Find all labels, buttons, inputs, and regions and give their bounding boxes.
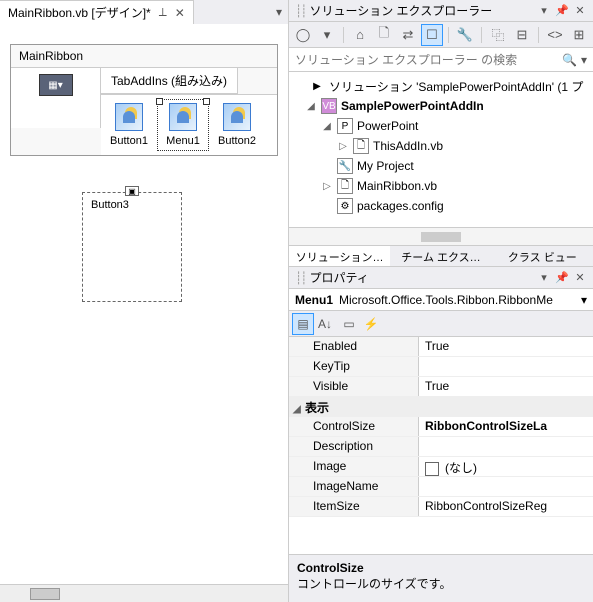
designer-surface[interactable]: MainRibbon ▦▾ TabAddIns (組み込み) Button1 [0, 24, 288, 584]
doc-icon[interactable]: 🗋 [374, 25, 394, 45]
tab-solution[interactable]: ソリューション… [289, 246, 390, 266]
document-tab-bar: MainRibbon.vb [デザイン]* ⟂ ✕ ▾ [0, 0, 288, 24]
right-pane: ┊┊ ソリューション エクスプローラー ▾ 📌 ✕ ◯ ▾ ⌂ 🗋 ⇄ ☐ 🔧 … [289, 0, 593, 602]
prop-row-controlsize[interactable]: ControlSizeRibbonControlSizeLa [289, 417, 593, 437]
panel-title-text: プロパティ [309, 269, 368, 286]
search-icon[interactable]: 🔍 [562, 53, 577, 67]
pin-icon[interactable]: ⟂ [159, 5, 167, 20]
tree-node-powerpoint[interactable]: ◢P PowerPoint [289, 116, 593, 136]
dropdown-icon[interactable]: ▾ [537, 4, 551, 17]
solution-toolbar: ◯ ▾ ⌂ 🗋 ⇄ ☐ 🔧 ⿻ ⊟ <> ⊞ [289, 22, 593, 48]
wrench-icon[interactable]: 🔧 [455, 25, 475, 45]
properties-toolbar: ▤ A↓ ▭ ⚡ [289, 311, 593, 337]
panel-tabs: ソリューション… チーム エクス… クラス ビュー [289, 245, 593, 267]
back-icon[interactable]: ◯ [293, 25, 313, 45]
horizontal-scrollbar[interactable] [0, 584, 288, 602]
document-tab[interactable]: MainRibbon.vb [デザイン]* ⟂ ✕ [0, 0, 194, 24]
swatch-icon [425, 462, 439, 476]
pin-icon[interactable]: 📌 [555, 271, 569, 284]
tree-node-mainribbon[interactable]: ▷🗋 MainRibbon.vb [289, 176, 593, 196]
ribbon-title: MainRibbon [11, 45, 277, 68]
menu-item[interactable]: Button3 [83, 193, 181, 217]
solution-tree: ▶ ソリューション 'SamplePowerPointAddIn' (1 プ ◢… [289, 72, 593, 227]
designer-pane: MainRibbon.vb [デザイン]* ⟂ ✕ ▾ MainRibbon ▦… [0, 0, 289, 602]
tree-scrollbar[interactable] [289, 227, 593, 245]
ribbon-component[interactable]: MainRibbon ▦▾ TabAddIns (組み込み) Button1 [10, 44, 278, 156]
solution-search: 🔍 ▾ [289, 48, 593, 72]
search-input[interactable] [295, 53, 558, 67]
office-app-button[interactable]: ▦▾ [39, 74, 73, 96]
menu-dropdown-designer[interactable]: ▣ Button3 [82, 192, 182, 302]
image-icon [169, 103, 197, 131]
property-help: ControlSize コントロールのサイズです。 [289, 554, 593, 602]
copy-icon[interactable]: ⿻ [488, 25, 508, 45]
prop-row-imagename[interactable]: ImageName [289, 477, 593, 497]
tree-node-packages[interactable]: ⚙ packages.config [289, 196, 593, 216]
close-icon[interactable]: ✕ [573, 271, 587, 284]
properties-header: ┊┊ プロパティ ▾ 📌 ✕ [289, 267, 593, 289]
grip-icon: ┊┊ [295, 4, 305, 18]
code-icon[interactable]: <> [545, 25, 565, 45]
ribbon-app-area: ▦▾ [11, 68, 101, 128]
ribbon-menu-1[interactable]: Menu1 [159, 101, 207, 149]
tree-node-myproject[interactable]: 🔧 My Project [289, 156, 593, 176]
prop-row-visible[interactable]: VisibleTrue [289, 377, 593, 397]
properties-panel: ┊┊ プロパティ ▾ 📌 ✕ Menu1 Microsoft.Office.To… [289, 267, 593, 602]
prop-row-image[interactable]: Image(なし) [289, 457, 593, 477]
ribbon-button-1[interactable]: Button1 [105, 101, 153, 149]
showall-icon[interactable]: ⊟ [512, 25, 532, 45]
close-icon[interactable]: ✕ [175, 6, 185, 20]
image-icon [115, 103, 143, 131]
tab-team-explorer[interactable]: チーム エクス… [390, 246, 491, 266]
tree-node-thisaddin[interactable]: ▷🗋 ThisAddIn.vb [289, 136, 593, 156]
image-icon [223, 103, 251, 131]
ribbon-button-2[interactable]: Button2 [213, 101, 261, 149]
project-node[interactable]: ◢VB SamplePowerPointAddIn [289, 96, 593, 116]
prop-category-display[interactable]: ◢表示 [289, 397, 593, 417]
property-pages-icon[interactable]: ▭ [339, 314, 359, 334]
pin-icon[interactable]: 📌 [555, 4, 569, 17]
tab-dropdown-icon[interactable]: ▾ [276, 5, 282, 19]
solution-explorer-header: ┊┊ ソリューション エクスプローラー ▾ 📌 ✕ [289, 0, 593, 22]
help-description: コントロールのサイズです。 [297, 575, 585, 592]
ribbon-tab[interactable]: TabAddIns (組み込み) [101, 68, 238, 94]
chevron-down-icon[interactable]: ▾ [581, 53, 587, 67]
scope-icon[interactable]: ☐ [422, 25, 442, 45]
sync-icon[interactable]: ⇄ [398, 25, 418, 45]
categorized-icon[interactable]: ▤ [293, 314, 313, 334]
drag-handle-icon[interactable]: ▣ [125, 186, 139, 196]
forward-icon[interactable]: ▾ [317, 25, 337, 45]
prop-row-itemsize[interactable]: ItemSizeRibbonControlSizeReg [289, 497, 593, 517]
solution-node[interactable]: ▶ ソリューション 'SamplePowerPointAddIn' (1 プ [289, 76, 593, 96]
home-icon[interactable]: ⌂ [350, 25, 370, 45]
alphabetical-icon[interactable]: A↓ [315, 314, 335, 334]
tab-class-view[interactable]: クラス ビュー [492, 246, 593, 266]
grip-icon: ┊┊ [295, 271, 305, 285]
property-grid: EnabledTrue KeyTip VisibleTrue ◢表示 Contr… [289, 337, 593, 554]
prop-row-description[interactable]: Description [289, 437, 593, 457]
panel-title-text: ソリューション エクスプローラー [309, 2, 492, 19]
prop-row-keytip[interactable]: KeyTip [289, 357, 593, 377]
prop-row-enabled[interactable]: EnabledTrue [289, 337, 593, 357]
properties-icon[interactable]: ⊞ [569, 25, 589, 45]
property-object-selector[interactable]: Menu1 Microsoft.Office.Tools.Ribbon.Ribb… [289, 289, 593, 311]
close-icon[interactable]: ✕ [573, 4, 587, 17]
dropdown-icon[interactable]: ▾ [537, 271, 551, 284]
help-name: ControlSize [297, 561, 585, 575]
events-icon[interactable]: ⚡ [361, 314, 381, 334]
document-tab-title: MainRibbon.vb [デザイン]* [8, 4, 151, 21]
